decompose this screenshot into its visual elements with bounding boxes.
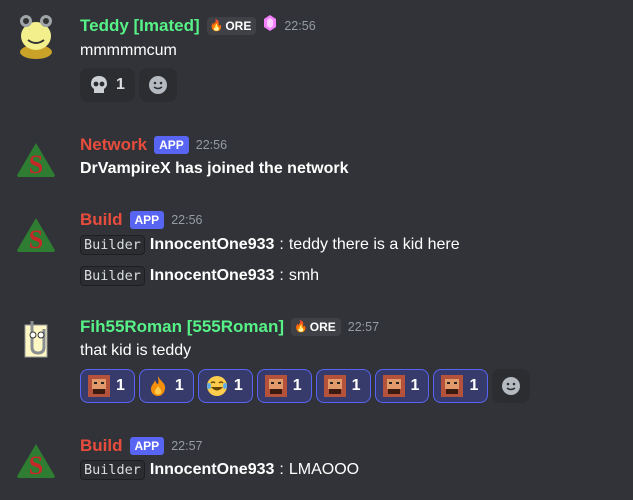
mention-user: InnocentOne933 [149, 267, 275, 284]
inline-code: Builder [80, 235, 145, 255]
reaction-count: 1 [116, 76, 125, 93]
username[interactable]: Network [80, 135, 147, 155]
server-tag-label: ORE [225, 18, 252, 33]
reaction-count: 1 [469, 377, 479, 394]
reaction-face[interactable]: 1 [433, 369, 489, 403]
server-tag-badge[interactable]: 🔥 ORE [291, 318, 341, 336]
message-line: Builder InnocentOne933: LMAOOO [80, 460, 359, 480]
add-reaction-button[interactable] [138, 68, 177, 102]
username[interactable]: Build [80, 436, 123, 456]
server-tag-label: ORE [309, 320, 336, 334]
timestamp: 22:56 [195, 138, 228, 152]
mention-user: InnocentOne933 [149, 461, 275, 478]
reaction-face[interactable]: 1 [315, 369, 371, 403]
reaction-fire[interactable]: 1 [138, 369, 194, 403]
message-text: DrVampireX has joined the network [80, 160, 349, 177]
reaction-count: 1 [410, 377, 420, 394]
inline-code: Builder [80, 460, 145, 480]
fire-emoji-icon [147, 375, 169, 397]
gem-icon[interactable] [263, 14, 277, 37]
timestamp: 22:56 [284, 18, 316, 33]
reaction-count: 1 [351, 377, 361, 394]
svg-text:S: S [29, 451, 43, 480]
face-emoji-icon [88, 375, 110, 397]
message-line: Builder InnocentOne933: teddy there is a… [80, 235, 460, 255]
reaction-count: 1 [233, 377, 243, 394]
reaction-count: 1 [116, 377, 125, 394]
message-header: Fih55Roman [555Roman] 🔥 ORE 22:57 [80, 317, 379, 337]
fire-icon: 🔥 [209, 19, 224, 32]
app-badge: APP [154, 136, 189, 154]
message-header: Build APP 22:57 [80, 436, 202, 456]
face-emoji-icon [264, 375, 287, 397]
avatar[interactable]: S [12, 212, 60, 260]
svg-text:S: S [29, 225, 43, 254]
message-line: Builder InnocentOne933: smh [80, 266, 319, 286]
reaction-count: 1 [174, 377, 184, 394]
reaction-joy[interactable]: 1 [197, 369, 253, 403]
message-header: Build APP 22:56 [80, 210, 202, 230]
message-header: Teddy [Imated] 🔥 ORE 22:56 [80, 14, 316, 37]
smiley-icon [148, 76, 167, 94]
line-text: teddy there is a kid here [288, 236, 460, 253]
message-header: Network APP 22:56 [80, 135, 227, 155]
username[interactable]: Build [80, 210, 123, 230]
line-text: smh [288, 267, 320, 284]
inline-code: Builder [80, 266, 145, 286]
reaction-face[interactable]: 1 [256, 369, 312, 403]
face-emoji-icon [382, 375, 405, 397]
username[interactable]: Teddy [Imated] [80, 16, 200, 36]
smiley-icon [502, 377, 521, 395]
reaction-count: 1 [292, 377, 302, 394]
reactions: 1 [80, 68, 177, 102]
svg-text:S: S [29, 150, 43, 179]
server-tag-badge[interactable]: 🔥 ORE [206, 16, 257, 35]
face-emoji-icon [323, 375, 346, 397]
avatar[interactable] [12, 317, 60, 365]
timestamp: 22:57 [171, 439, 203, 453]
app-badge: APP [129, 437, 165, 455]
line-text: LMAOOO [288, 461, 360, 478]
username[interactable]: Fih55Roman [555Roman] [80, 317, 284, 337]
avatar[interactable] [12, 12, 60, 60]
avatar[interactable]: S [12, 438, 60, 486]
message-text: mmmmmcum [80, 42, 177, 59]
skull-emoji-icon [88, 74, 110, 96]
joy-emoji-icon [206, 375, 228, 397]
mention-user: InnocentOne933 [149, 236, 275, 253]
face-emoji-icon [441, 375, 464, 397]
reaction-skull[interactable]: 1 [80, 68, 135, 102]
reaction-face[interactable]: 1 [80, 369, 135, 403]
reaction-face[interactable]: 1 [374, 369, 430, 403]
avatar[interactable]: S [12, 137, 60, 185]
timestamp: 22:57 [347, 320, 380, 334]
reactions: 1 1 1 1 1 1 1 [80, 369, 531, 403]
timestamp: 22:56 [171, 213, 203, 227]
add-reaction-button[interactable] [492, 369, 531, 403]
message-text: that kid is teddy [80, 342, 192, 359]
app-badge: APP [129, 211, 165, 229]
fire-icon: 🔥 [294, 321, 308, 333]
